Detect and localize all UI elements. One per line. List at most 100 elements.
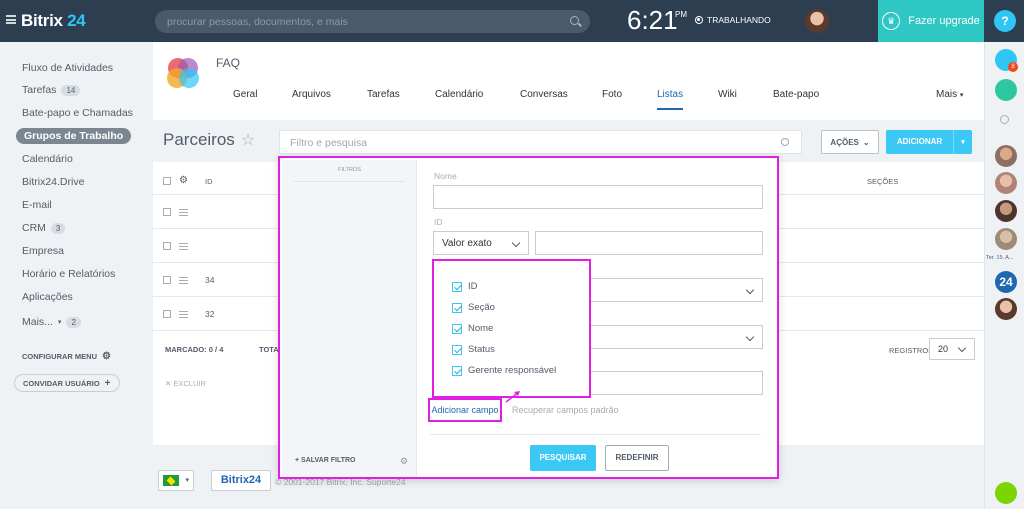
contact-avatar[interactable] [995,172,1017,194]
tab-calendario[interactable]: Calendário [435,89,483,100]
search-icon [781,138,789,146]
tab-geral[interactable]: Geral [233,89,257,100]
filter-search-input[interactable]: Filtro e pesquisa [279,130,802,154]
name-input[interactable] [433,185,763,209]
checkbox-checked-icon[interactable] [452,365,462,376]
marked-count: MARCADO: 0 / 4 [165,345,224,354]
field-option-secao[interactable]: Seção [452,302,495,313]
row-checkbox[interactable] [163,276,171,284]
menu-item-crm[interactable]: CRM 3 [22,222,66,234]
tab-foto[interactable]: Foto [602,89,622,100]
checkbox-checked-icon[interactable] [452,281,462,292]
row-checkbox[interactable] [163,310,171,318]
contact-avatar[interactable] [995,145,1017,167]
menu-icon[interactable] [6,15,16,24]
arrow-annotation-icon [505,391,520,403]
menu-item-mais[interactable]: Mais... ▾ 2 [22,316,81,328]
contact-avatar[interactable] [995,298,1017,320]
field-option-id[interactable]: ID [452,281,478,292]
count-badge: 14 [61,84,81,96]
save-filter-button[interactable]: + SALVAR FILTRO [295,457,356,464]
select-all-checkbox[interactable] [163,177,171,185]
tab-tarefas[interactable]: Tarefas [367,89,400,100]
gear-icon[interactable]: ⚙ [179,175,188,186]
menu-item-fluxo[interactable]: Fluxo de Atividades [22,62,113,74]
checkbox-checked-icon[interactable] [452,344,462,355]
bitrix24-icon[interactable]: 24 [995,271,1017,293]
row-menu-icon[interactable] [179,243,188,250]
group-name[interactable]: FAQ [216,56,240,70]
user-avatar[interactable] [805,9,829,33]
search-button[interactable]: PESQUISAR [530,445,596,471]
field-option-status[interactable]: Status [452,344,495,355]
tab-listas[interactable]: Listas [657,89,684,110]
id-value-input[interactable] [535,231,763,255]
language-selector[interactable]: ▾ [158,470,194,491]
add-button[interactable]: ADICIONAR ▾ [886,130,972,154]
bitrix24-footer-button[interactable]: Bitrix24 [211,470,271,491]
id-label: ID [434,217,443,227]
checkbox-checked-icon[interactable] [452,323,462,334]
global-search-input[interactable]: procurar pessoas, documentos, e mais [155,10,590,33]
column-id[interactable]: ID [205,177,213,186]
contact-avatar[interactable] [995,228,1017,250]
invite-user-button[interactable]: CONVIDAR USUÁRIO + [14,374,120,392]
menu-item-grupos[interactable]: Grupos de Trabalho [16,128,132,144]
work-status[interactable]: TRABALHANDO [695,15,771,25]
row-checkbox[interactable] [163,242,171,250]
tab-bate-papo[interactable]: Bate-papo [773,89,819,100]
gear-icon[interactable]: ⚙ [400,456,408,467]
upgrade-button[interactable]: ♛ Fazer upgrade [878,0,984,42]
notification-badge: 8 [1008,62,1018,72]
menu-item-drive[interactable]: Bitrix24.Drive [22,176,84,188]
tab-more[interactable]: Mais ▾ [936,89,963,100]
help-button[interactable]: ? [994,10,1016,32]
star-icon[interactable]: ☆ [241,130,255,150]
search-icon[interactable] [1000,115,1009,124]
group-avatar [167,58,199,88]
total-label: TOTA [259,345,279,354]
row-menu-icon[interactable] [179,209,188,216]
checkbox-checked-icon[interactable] [452,302,462,313]
plus-icon: + [104,377,111,389]
tab-conversas[interactable]: Conversas [520,89,568,100]
clock[interactable]: 6:21 [627,5,678,36]
actions-button[interactable]: AÇÕES ⌄ [821,130,879,154]
configure-menu[interactable]: CONFIGURAR MENU ⚙ [22,351,111,362]
id-mode-select[interactable]: Valor exato [433,231,529,255]
menu-item-horario[interactable]: Horário e Relatórios [22,268,115,280]
menu-item-tarefas[interactable]: Tarefas 14 [22,84,81,96]
row-id: 34 [205,275,215,285]
menu-item-empresa[interactable]: Empresa [22,245,64,257]
filter-popup: FILTROS + SALVAR FILTRO ⚙ Nome ID Valor … [278,156,779,479]
field-option-gerente[interactable]: Gerente responsável [452,365,556,376]
phone-icon[interactable] [995,482,1017,504]
row-menu-icon[interactable] [179,277,188,284]
divider [430,434,761,435]
menu-item-calendario[interactable]: Calendário [22,153,73,165]
delete-button[interactable]: ✕ EXCLUIR [165,379,206,388]
tab-wiki[interactable]: Wiki [718,89,737,100]
row-menu-icon[interactable] [179,311,188,318]
chat-icon[interactable] [995,79,1017,101]
field-chooser-dropdown: ID Seção Nome Status Gerente responsável [432,259,591,398]
chevron-down-icon[interactable]: ▾ [954,138,972,146]
row-checkbox[interactable] [163,208,171,216]
column-secoes[interactable]: SEÇÕES [867,177,898,186]
contact-avatar[interactable] [995,200,1017,222]
menu-item-bate-papo[interactable]: Bate-papo e Chamadas [22,107,133,119]
record-icon [695,16,703,24]
menu-item-email[interactable]: E-mail [22,199,52,211]
tab-arquivos[interactable]: Arquivos [292,89,331,100]
records-select[interactable]: 20 [929,338,975,360]
reset-button[interactable]: REDEFINIR [605,445,669,471]
left-menu: Fluxo de Atividades Tarefas 14 Bate-papo … [0,42,153,509]
filters-heading: FILTROS [338,167,361,173]
count-badge: 3 [50,222,66,234]
restore-default-fields-link[interactable]: Recuperar campos padrão [512,405,619,415]
count-badge: 2 [66,316,81,328]
bitrix-logo[interactable]: Bitrix 24 [21,11,86,31]
menu-item-aplicacoes[interactable]: Aplicações [22,291,73,303]
add-field-button[interactable]: Adicionar campo [428,398,502,422]
field-option-nome[interactable]: Nome [452,323,493,334]
